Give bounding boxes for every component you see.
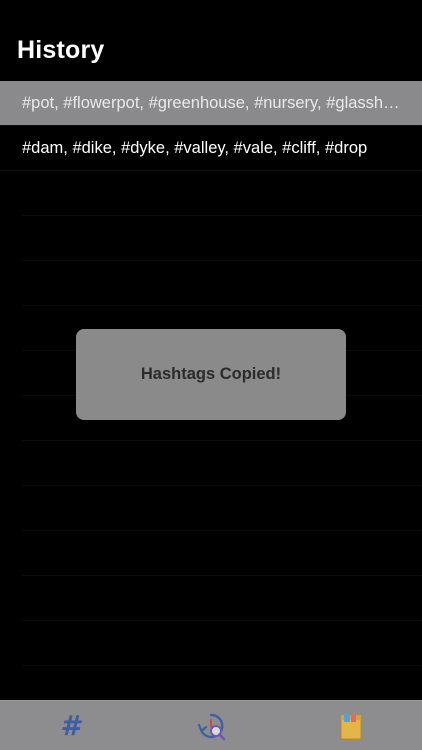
history-row[interactable]: #dam, #dike, #dyke, #valley, #vale, #cli…: [0, 126, 422, 171]
row-separator: [22, 621, 422, 666]
row-separator: [22, 261, 422, 306]
history-list: #pot, #flowerpot, #greenhouse, #nursery,…: [0, 81, 422, 171]
row-separator: [22, 486, 422, 531]
row-separator: [22, 576, 422, 621]
history-screen: History #pot, #flowerpot, #greenhouse, #…: [0, 0, 422, 750]
collection-icon: [340, 713, 362, 740]
row-separator: [22, 441, 422, 486]
tab-bar: #: [0, 700, 422, 750]
hashtag-icon: #: [60, 709, 80, 742]
history-row[interactable]: #pot, #flowerpot, #greenhouse, #nursery,…: [0, 81, 422, 126]
tab-history-search[interactable]: [181, 701, 241, 750]
tab-hashtags[interactable]: #: [40, 701, 100, 750]
copied-toast: Hashtags Copied!: [76, 329, 346, 420]
search-history-icon: [197, 713, 226, 741]
toast-message: Hashtags Copied!: [140, 365, 282, 383]
row-separator: [22, 531, 422, 576]
page-title: History: [17, 36, 105, 64]
row-separator: [22, 216, 422, 261]
tab-collections[interactable]: [321, 701, 381, 750]
row-separator: [22, 171, 422, 216]
